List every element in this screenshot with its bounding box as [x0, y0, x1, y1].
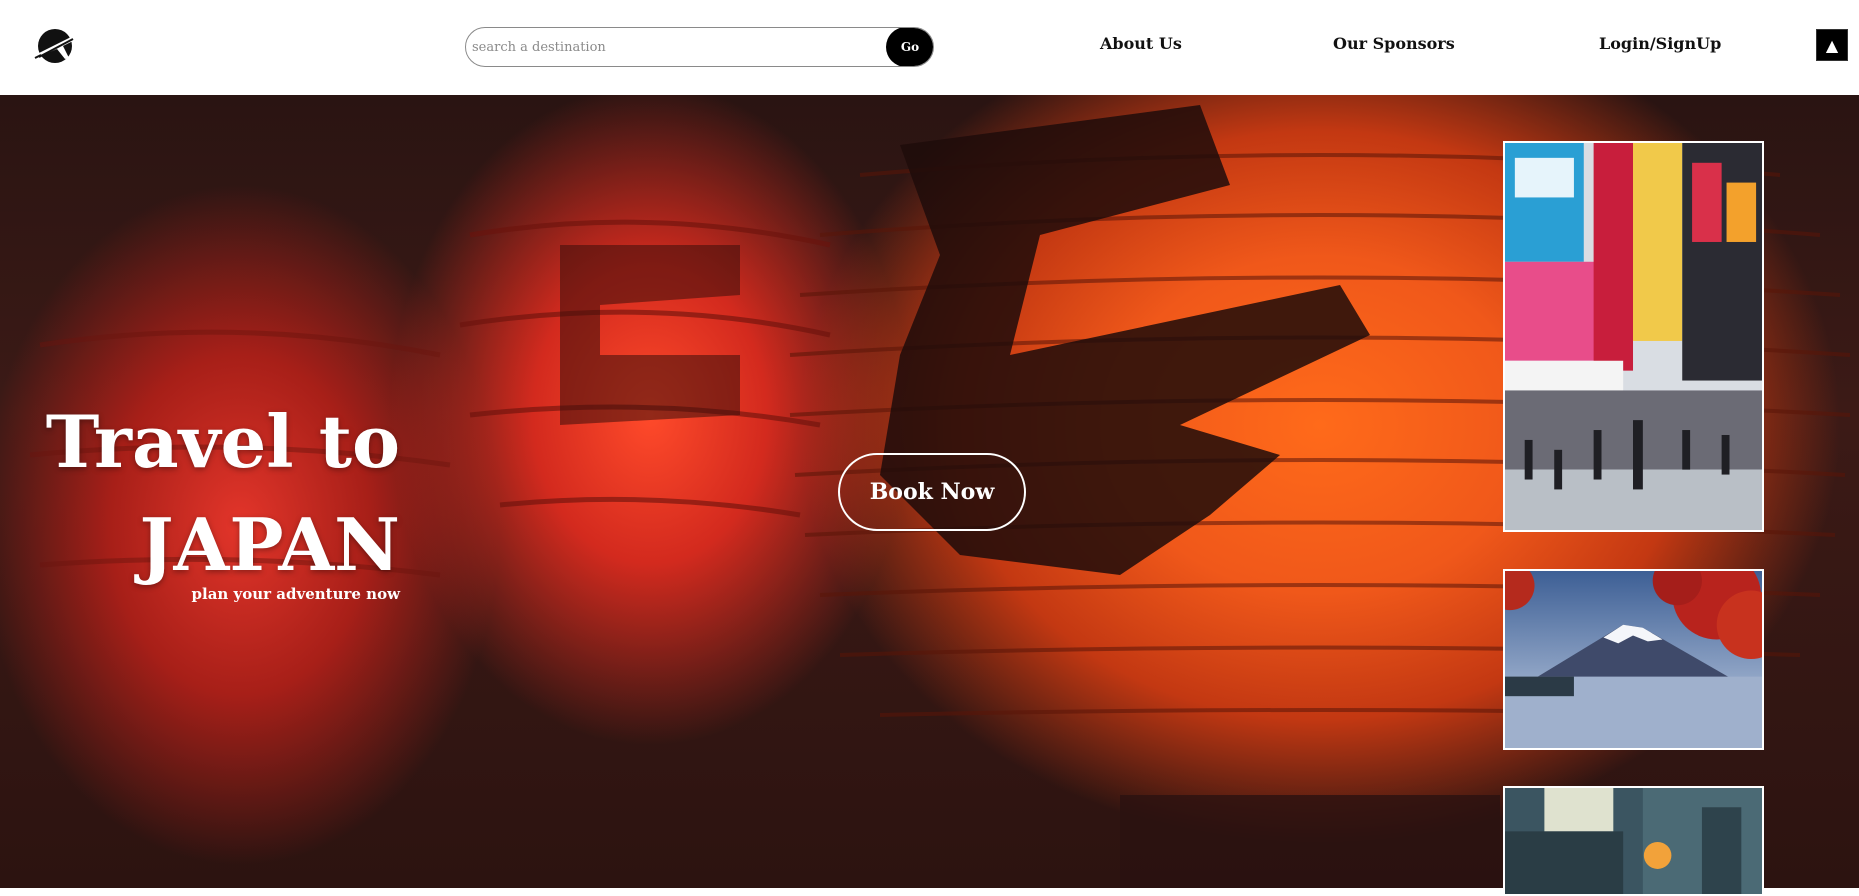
hero-title-line2: JAPAN: [139, 502, 400, 587]
hero-subtitle: plan your adventure now: [191, 585, 400, 603]
book-now-button[interactable]: Book Now: [838, 453, 1026, 531]
nav-about-us[interactable]: About Us: [1100, 34, 1182, 53]
plane-globe-icon[interactable]: [33, 24, 81, 66]
hero-title-line1: Travel to: [45, 399, 400, 484]
site-header: Go About Us Our Sponsors Login/SignUp ▲: [0, 0, 1859, 95]
tokyo-street-photo[interactable]: [1503, 141, 1764, 532]
nav-login-signup[interactable]: Login/SignUp: [1599, 34, 1721, 53]
alley-lanterns-photo[interactable]: [1503, 786, 1764, 896]
go-button[interactable]: Go: [886, 28, 933, 66]
mount-fuji-photo[interactable]: [1503, 569, 1764, 750]
triangle-up-icon: ▲: [1825, 35, 1839, 55]
scroll-top-button[interactable]: ▲: [1816, 29, 1848, 61]
search-input[interactable]: [468, 29, 868, 65]
nav-our-sponsors[interactable]: Our Sponsors: [1333, 34, 1455, 53]
hero-title: Travel to JAPAN: [46, 390, 400, 596]
search-bar: Go: [465, 27, 934, 67]
